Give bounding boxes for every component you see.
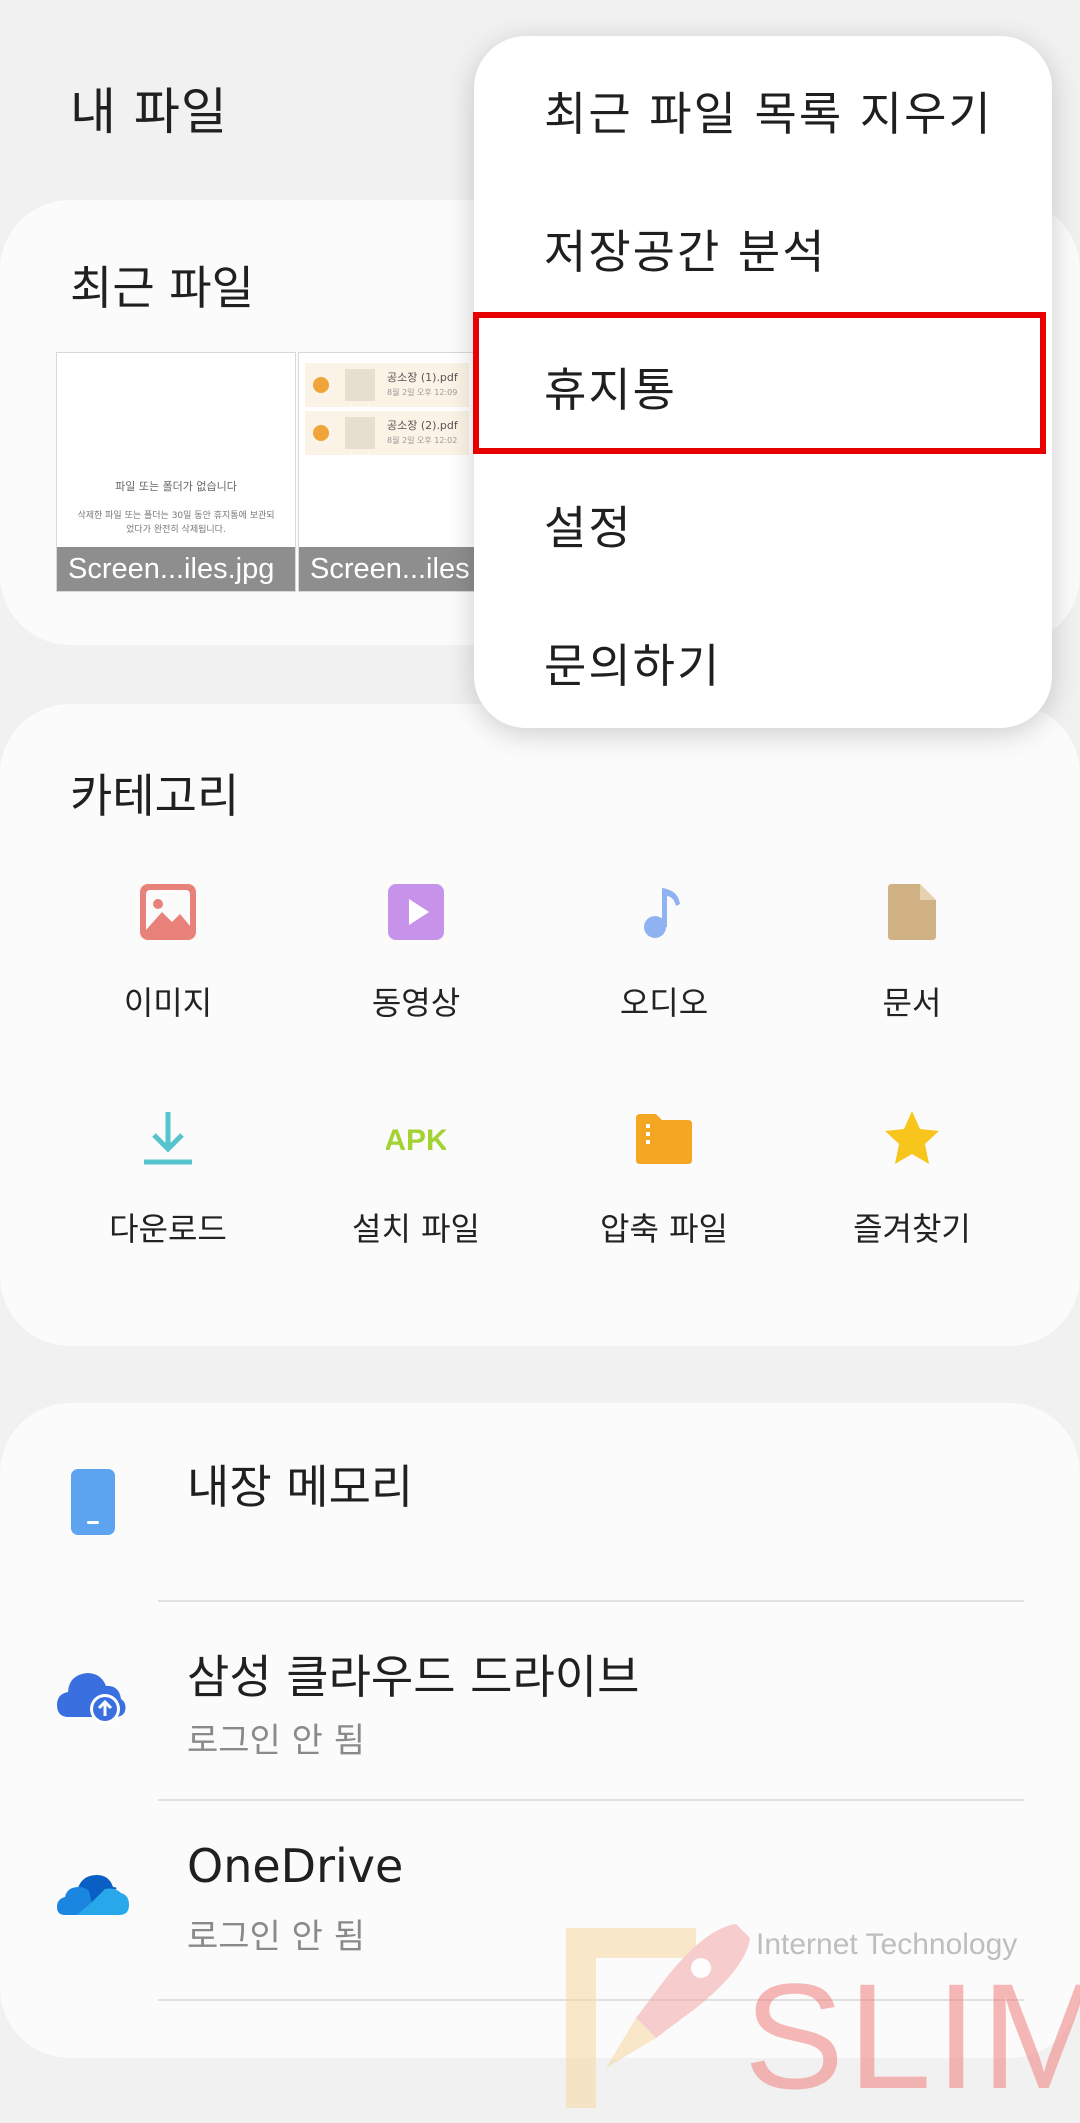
menu-item-storage-analysis[interactable]: 저장공간 분석 [544,216,827,282]
thumbnail-list-item: 공소장 (2).pdf 8월 2일 오후 12:02 [305,411,469,455]
thumbnail-caption: Screen...iles [299,547,475,591]
document-thumb-icon [345,417,375,449]
thumbnail-item-name: 공소장 (2).pdf [387,419,458,432]
divider [158,1600,1024,1602]
storage-item-title: 삼성 클라우드 드라이브 [187,1650,640,1704]
menu-item-clear-recent[interactable]: 최근 파일 목록 지우기 [544,78,993,144]
image-icon [140,884,196,940]
page-title: 내 파일 [70,83,228,141]
document-icon [888,884,936,940]
category-item-label: 문서 [882,984,942,1022]
apk-icon: APK [386,1124,446,1157]
storage-item-title: OneDrive [187,1839,404,1893]
thumbnail-item-date: 8월 2일 오후 12:02 [387,436,458,445]
onedrive-icon [57,1875,129,1915]
category-title: 카테고리 [70,769,240,823]
menu-item-settings[interactable]: 설정 [544,492,633,558]
thumbnail-item-date: 8월 2일 오후 12:09 [387,388,458,397]
recent-file-thumbnail[interactable]: 공소장 (1).pdf 8월 2일 오후 12:09 공소장 (2).pdf 8… [298,352,476,592]
storage-item-internal[interactable]: 내장 메모리 [0,1403,1080,1603]
thumbnail-item-name: 공소장 (1).pdf [387,371,458,384]
thumbnail-caption: Screen...iles.jpg [57,547,295,591]
storage-item-status: 로그인 안 됨 [187,1917,366,1957]
svg-text:APK: APK [386,1124,446,1157]
document-thumb-icon [345,369,375,401]
star-icon [885,1111,939,1164]
category-item-label: 즐겨찾기 [853,1210,971,1248]
watermark-logo-text: SLIM [744,1952,1080,2120]
download-icon [144,1112,192,1165]
cloud-upload-icon [57,1673,126,1724]
check-icon [313,377,329,393]
rocket-logo-icon [566,1924,750,2108]
video-icon [388,884,444,940]
storage-item-status: 로그인 안 됨 [187,1721,366,1761]
menu-item-contact[interactable]: 문의하기 [544,630,721,696]
storage-item-title: 내장 메모리 [187,1460,414,1514]
music-note-icon [644,888,680,938]
storage-item-samsung-cloud[interactable]: 삼성 클라우드 드라이브 로그인 안 됨 [0,1603,1080,1801]
category-item-label: 이미지 [123,984,213,1022]
category-item-label: 오디오 [619,984,709,1022]
category-item-label: 다운로드 [109,1210,227,1248]
category-item-label: 동영상 [371,984,461,1022]
thumbnail-empty-title: 파일 또는 폴더가 없습니다 [115,480,237,493]
category-card: 카테고리 이미지 동영상 오디오 문서 다운로드 APK 설치 파일 압축 파일… [0,704,1080,1346]
highlight-box [473,312,1046,454]
thumbnail-empty-desc: 삭제한 파일 또는 폴더는 30일 동안 휴지통에 보관되었다가 완전히 삭제됩… [77,511,275,535]
recent-files-title: 최근 파일 [70,261,254,315]
category-item-label: 압축 파일 [600,1210,728,1248]
phone-icon [71,1469,115,1535]
thumbnail-list-item: 공소장 (1).pdf 8월 2일 오후 12:09 [305,363,469,407]
category-item-label: 설치 파일 [352,1210,480,1248]
archive-folder-icon [636,1114,692,1164]
recent-file-thumbnail[interactable]: 파일 또는 폴더가 없습니다 삭제한 파일 또는 폴더는 30일 동안 휴지통에… [56,352,296,592]
check-icon [313,425,329,441]
